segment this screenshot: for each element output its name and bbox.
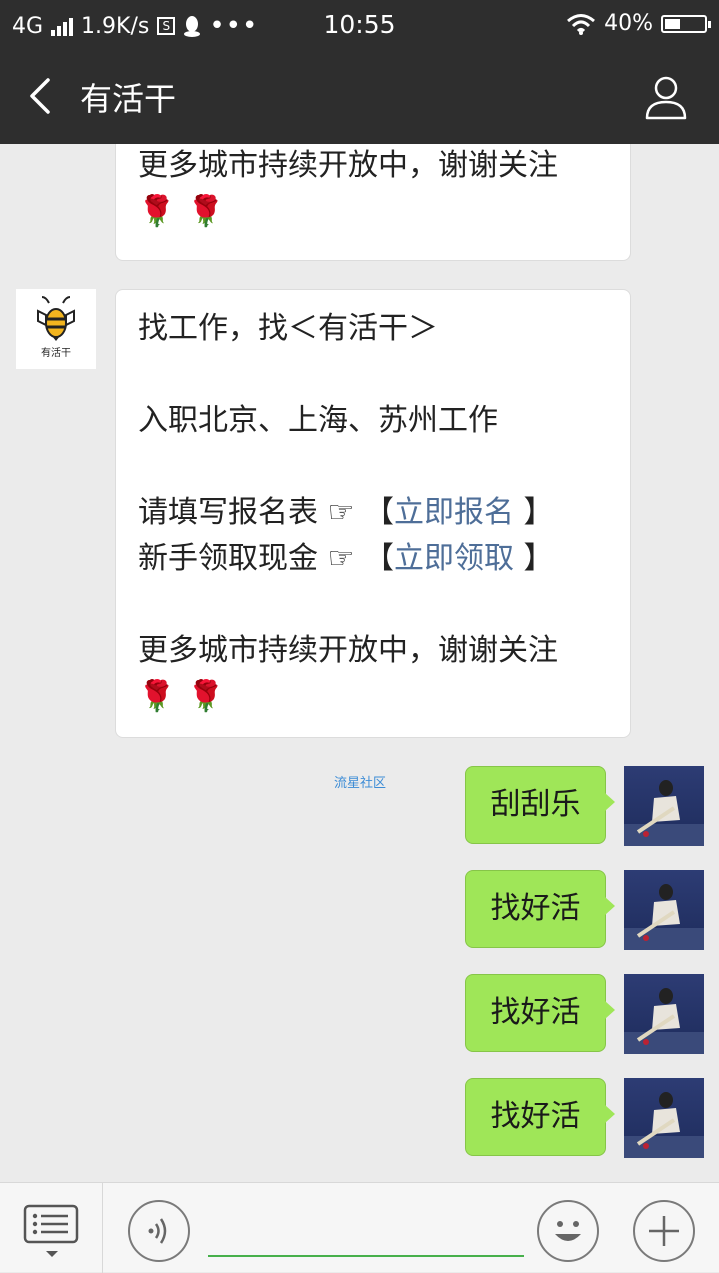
avatar-photo-icon	[624, 988, 704, 1054]
user-avatar[interactable]	[624, 974, 704, 1054]
message-text: 更多城市持续开放中，谢谢关注	[138, 148, 558, 183]
signup-text: 请填写报名表 ☞	[138, 495, 364, 530]
voice-icon	[148, 1218, 167, 1244]
emoji-row: 🌹 🌹	[138, 674, 608, 720]
rose-emoji: 🌹	[187, 679, 225, 714]
back-arrow-icon[interactable]	[22, 76, 62, 116]
chat-list[interactable]: 更多城市持续开放中，谢谢关注 🌹 🌹 有活干 找工作，找＜有活干＞ 入职北京、上海…	[0, 144, 719, 1182]
avatar-photo-icon	[624, 780, 704, 846]
message-bubble-sent[interactable]: 找好活	[465, 974, 615, 1052]
plus-icon	[649, 1216, 679, 1246]
bot-avatar[interactable]: 有活干	[16, 289, 96, 369]
bracket-open: 【	[363, 541, 394, 576]
signup-line: 请填写报名表 ☞ 【立即报名 】	[138, 490, 608, 536]
emoji-button[interactable]	[537, 1200, 599, 1262]
battery-percent: 40%	[604, 11, 653, 36]
message-line: 找工作，找＜有活干＞	[138, 311, 438, 346]
menu-toggle-button[interactable]	[0, 1183, 103, 1273]
menu-list-icon	[23, 1204, 79, 1257]
cash-link[interactable]: 立即领取	[394, 541, 514, 576]
status-bar: 4G 1.9K/s S ••• 10:55 40%	[0, 0, 719, 50]
rose-emoji: 🌹	[138, 194, 176, 229]
voice-button[interactable]	[128, 1200, 190, 1262]
bot-logo-text: 有活干	[41, 348, 71, 359]
bracket-close: 】	[513, 495, 554, 530]
user-avatar[interactable]	[624, 1078, 704, 1158]
rose-emoji: 🌹	[187, 194, 225, 229]
battery-fill	[665, 18, 681, 29]
title-bar: 有活干	[0, 50, 719, 144]
cash-line: 新手领取现金 ☞ 【立即领取 】	[138, 536, 608, 582]
message-line: 入职北京、上海、苏州工作	[138, 403, 498, 438]
message-bubble-sent[interactable]: 刮刮乐	[465, 766, 615, 844]
message-bubble-sent[interactable]: 找好活	[465, 870, 615, 948]
bracket-close: 】	[513, 541, 554, 576]
message-bubble-received[interactable]: 找工作，找＜有活干＞ 入职北京、上海、苏州工作 请填写报名表 ☞ 【立即报名 】…	[115, 289, 631, 738]
more-button[interactable]	[633, 1200, 695, 1262]
cash-text: 新手领取现金 ☞	[138, 541, 364, 576]
avatar-photo-icon	[624, 1092, 704, 1158]
message-bubble-sent[interactable]: 找好活	[465, 1078, 615, 1156]
wifi-icon	[567, 13, 596, 35]
message-bubble-received[interactable]: 更多城市持续开放中，谢谢关注 🌹 🌹	[115, 144, 631, 261]
message-line: 更多城市持续开放中，谢谢关注	[138, 633, 558, 668]
bracket-open: 【	[363, 495, 394, 530]
user-avatar[interactable]	[624, 766, 704, 846]
profile-icon[interactable]	[643, 74, 689, 120]
input-bar	[0, 1182, 719, 1273]
chat-title: 有活干	[80, 80, 177, 118]
status-right: 40%	[566, 11, 711, 36]
rose-emoji: 🌹	[138, 679, 176, 714]
avatar-photo-icon	[624, 884, 704, 950]
message-input[interactable]	[208, 1205, 524, 1257]
user-avatar[interactable]	[624, 870, 704, 950]
emoji-row: 🌹 🌹	[138, 189, 608, 235]
watermark: 流星社区	[334, 776, 387, 791]
signup-link[interactable]: 立即报名	[394, 495, 514, 530]
battery-icon	[661, 14, 711, 33]
smiley-icon	[555, 1221, 581, 1241]
